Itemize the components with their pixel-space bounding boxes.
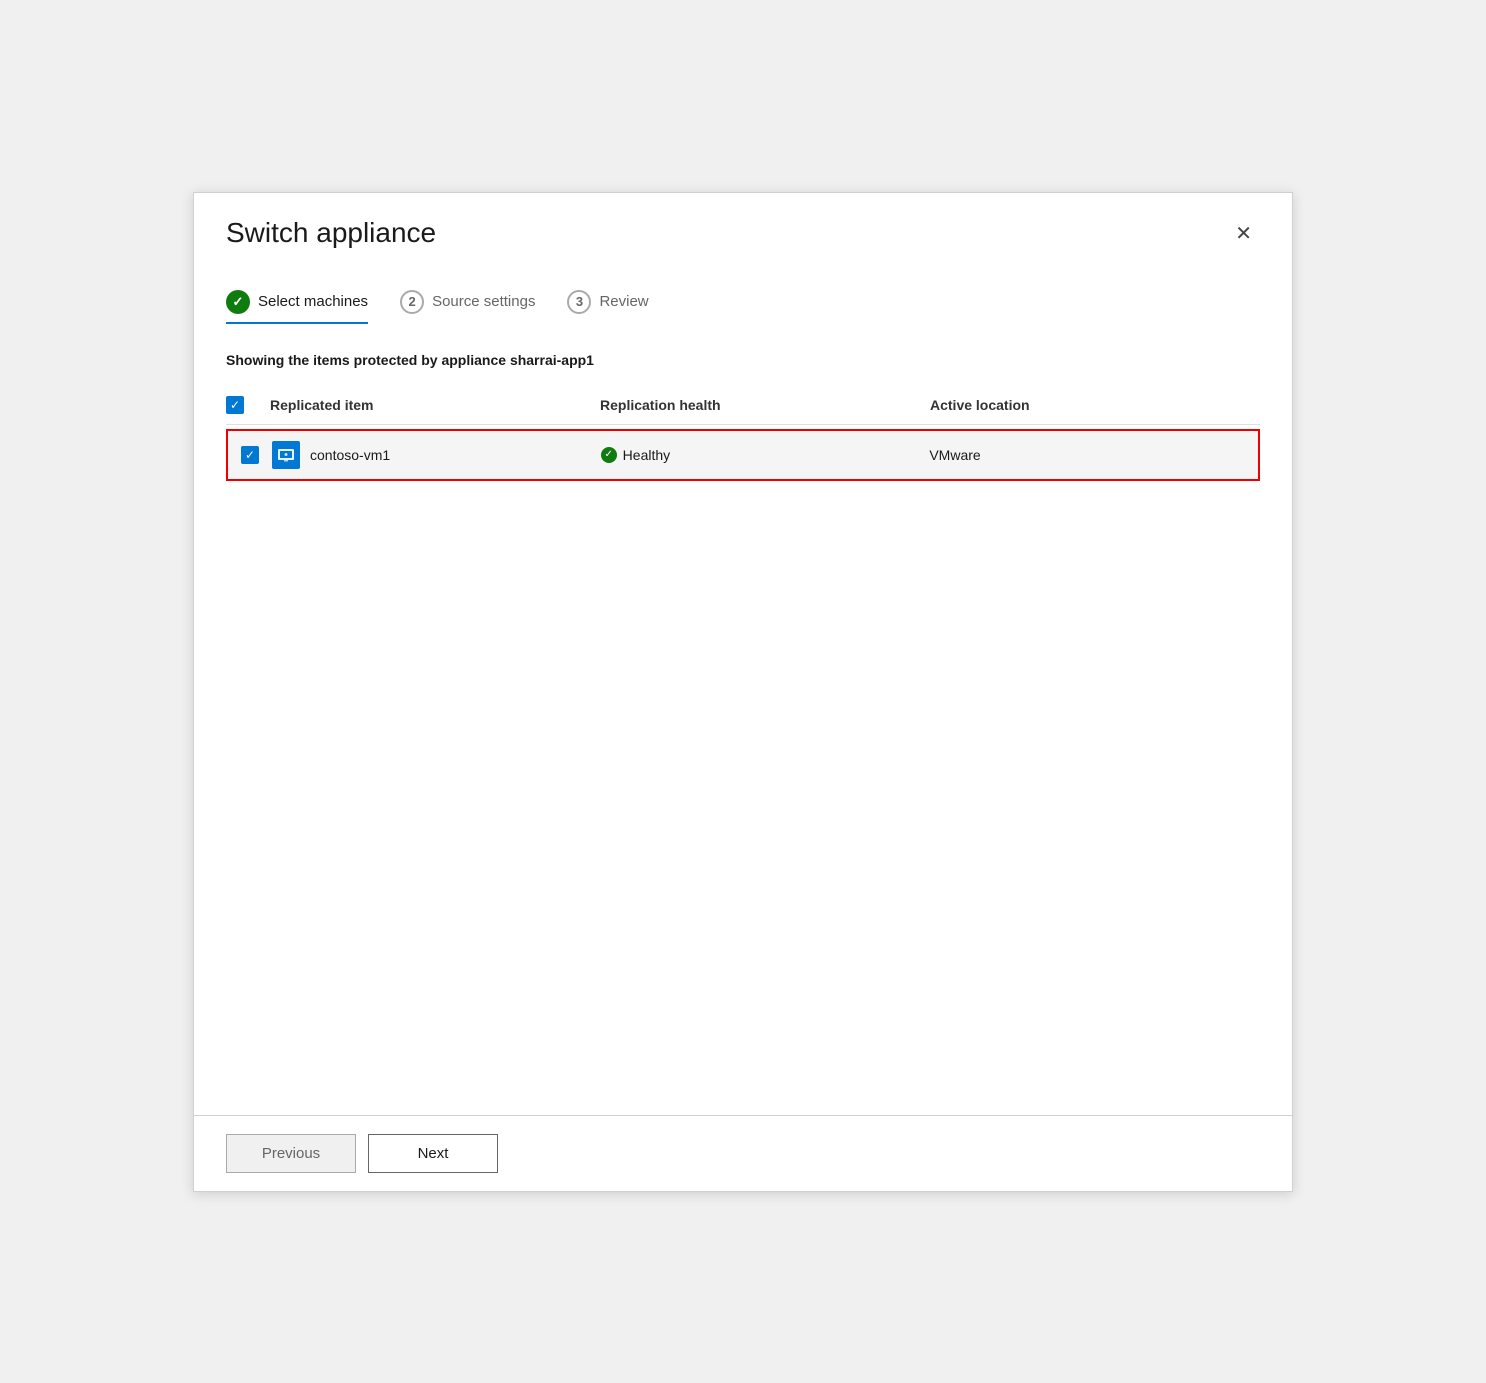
step-2-circle: 2 xyxy=(400,290,424,314)
step-1-circle: ✓ xyxy=(226,290,250,314)
header-checkbox-cell: ✓ xyxy=(226,396,270,414)
info-text: Showing the items protected by appliance… xyxy=(226,352,1260,368)
health-indicator: ✓ xyxy=(601,447,617,463)
header-checkbox[interactable]: ✓ xyxy=(226,396,244,414)
step-1-checkmark: ✓ xyxy=(233,294,244,310)
step-3-label: Review xyxy=(599,293,648,310)
health-check-icon: ✓ xyxy=(604,449,612,460)
row-checkbox-cell: ✓ xyxy=(228,446,272,464)
step-select-machines[interactable]: ✓ Select machines xyxy=(226,290,368,324)
row-location-cell: VMware xyxy=(929,447,1258,463)
table-header-row: ✓ Replicated item Replication health Act… xyxy=(226,386,1260,425)
step-3-number: 3 xyxy=(576,294,583,309)
next-button[interactable]: Next xyxy=(368,1134,498,1173)
dialog-title: Switch appliance xyxy=(226,217,436,249)
column-header-health: Replication health xyxy=(600,397,930,413)
row-name-cell: contoso-vm1 xyxy=(272,441,601,469)
switch-appliance-dialog: Switch appliance ✕ ✓ Select machines 2 S… xyxy=(193,192,1293,1192)
header-check-icon: ✓ xyxy=(230,398,240,412)
row-vm-name: contoso-vm1 xyxy=(310,447,390,463)
vm-icon xyxy=(272,441,300,469)
machines-table: ✓ Replicated item Replication health Act… xyxy=(226,386,1260,481)
column-header-location: Active location xyxy=(930,397,1260,413)
step-2-number: 2 xyxy=(408,294,415,309)
close-button[interactable]: ✕ xyxy=(1227,217,1260,250)
dialog-footer: Previous Next xyxy=(194,1115,1292,1191)
step-1-label: Select machines xyxy=(258,293,368,310)
previous-button[interactable]: Previous xyxy=(226,1134,356,1173)
row-health-cell: ✓ Healthy xyxy=(601,447,930,463)
row-health-text: Healthy xyxy=(623,447,670,463)
step-review[interactable]: 3 Review xyxy=(567,290,648,324)
dialog-body: ✓ Select machines 2 Source settings 3 Re… xyxy=(194,266,1292,1115)
step-2-label: Source settings xyxy=(432,293,535,310)
steps-navigation: ✓ Select machines 2 Source settings 3 Re… xyxy=(226,290,1260,324)
next-label: Next xyxy=(418,1145,449,1162)
row-checkbox[interactable]: ✓ xyxy=(241,446,259,464)
row-check-icon: ✓ xyxy=(245,448,255,462)
step-3-circle: 3 xyxy=(567,290,591,314)
column-header-name: Replicated item xyxy=(270,397,600,413)
step-source-settings[interactable]: 2 Source settings xyxy=(400,290,535,324)
close-icon: ✕ xyxy=(1235,221,1252,246)
dialog-header: Switch appliance ✕ xyxy=(194,193,1292,266)
previous-label: Previous xyxy=(262,1145,320,1162)
table-row[interactable]: ✓ contoso-vm1 xyxy=(226,429,1260,481)
